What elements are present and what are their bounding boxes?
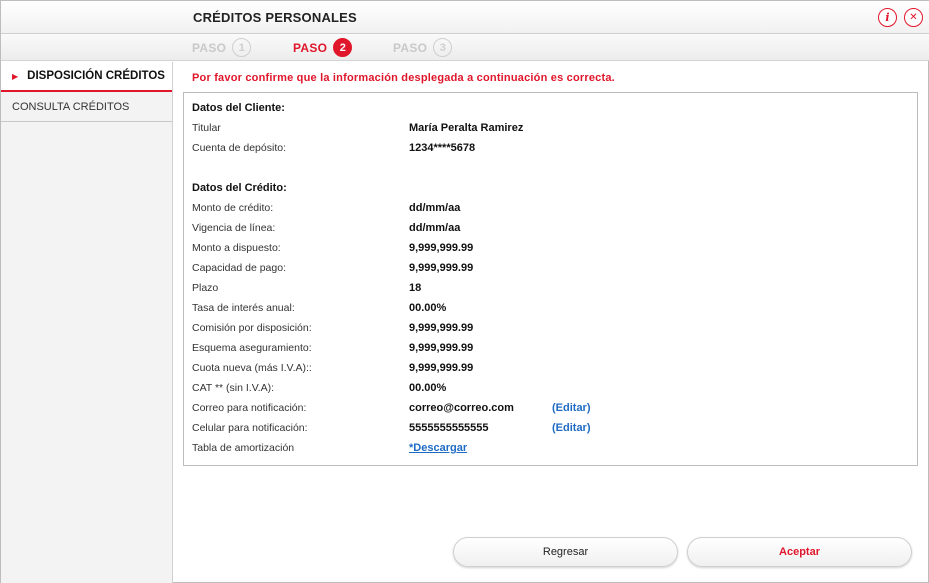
detail-row: CAT ** (sin I.V.A): 00.00% [192,382,902,398]
detail-row: Cuota nueva (más I.V.A):: 9,999,999.99 [192,362,902,378]
sidebar-item-disposicion[interactable]: ▶ DISPOSICIÓN CRÉDITOS [1,62,172,92]
detail-value: 9,999,999.99 [409,342,474,354]
step-1-label: PASO [192,40,227,55]
detail-label: Tabla de amortización [192,442,295,454]
detail-value: María Peralta Ramirez [409,122,524,134]
detail-label: Comisión por disposición: [192,322,312,334]
confirmation-notice: Por favor confirme que la información de… [192,72,615,84]
detail-label: Monto a dispuesto: [192,242,281,254]
sidebar-item-consulta[interactable]: CONSULTA CRÉDITOS [1,92,172,122]
detail-value: 9,999,999.99 [409,242,474,254]
title-bar: CRÉDITOS PERSONALES i ✕ [1,1,929,34]
detail-row: Tasa de interés anual: 00.00% [192,302,902,318]
step-1: PASO 1 [192,38,252,57]
sidebar-item-label: DISPOSICIÓN CRÉDITOS [27,70,165,82]
detail-value: 5555555555555 [409,422,489,434]
detail-value: dd/mm/aa [409,222,461,234]
page-title: CRÉDITOS PERSONALES [193,10,357,25]
detail-label: Cuenta de depósito: [192,142,286,154]
detail-label: CAT ** (sin I.V.A): [192,382,275,394]
detail-row: Vigencia de línea: dd/mm/aa [192,222,902,238]
steps-bar: PASO 1 PASO 2 PASO 3 [1,34,929,61]
detail-label: Capacidad de pago: [192,262,286,274]
detail-value: 00.00% [409,382,447,394]
accept-button[interactable]: Aceptar [687,537,912,567]
step-2-label: PASO [293,40,328,55]
edit-email-link[interactable]: (Editar) [552,402,591,414]
detail-value: 18 [409,282,422,294]
detail-label: Monto de crédito: [192,202,274,214]
detail-value: 9,999,999.99 [409,322,474,334]
detail-label: Plazo [192,282,219,294]
detail-row: Cuenta de depósito: 1234****5678 [192,142,902,158]
detail-label: Vigencia de línea: [192,222,276,234]
detail-row: Monto a dispuesto: 9,999,999.99 [192,242,902,258]
detail-value: 9,999,999.99 [409,262,474,274]
collapse-icon[interactable]: ✕ [904,8,923,27]
step-2-number: 2 [333,38,353,57]
back-button[interactable]: Regresar [453,537,678,567]
step-3-number: 3 [433,38,453,57]
detail-label: Esquema aseguramiento: [192,342,312,354]
edit-phone-link[interactable]: (Editar) [552,422,591,434]
detail-row: Titular María Peralta Ramirez [192,122,902,138]
detail-label: Celular para notificación: [192,422,308,434]
credit-section-title: Datos del Crédito: [192,182,287,194]
download-amortization-link[interactable]: *Descargar [409,442,467,454]
detail-label: Tasa de interés anual: [192,302,295,314]
step-3-label: PASO [393,40,428,55]
detail-value: correo@correo.com [409,402,514,414]
arrow-right-icon: ▶ [12,71,19,81]
info-icon[interactable]: i [878,8,897,27]
detail-value: 9,999,999.99 [409,362,474,374]
detail-row: Monto de crédito: dd/mm/aa [192,202,902,218]
detail-row: Capacidad de pago: 9,999,999.99 [192,262,902,278]
step-2: PASO 2 [293,38,353,57]
sidebar-item-label: CONSULTA CRÉDITOS [12,100,130,113]
detail-row: Celular para notificación: 5555555555555… [192,422,902,438]
detail-row: Tabla de amortización *Descargar [192,442,902,458]
detail-label: Titular [192,122,221,134]
detail-value: 00.00% [409,302,447,314]
detail-value: 1234****5678 [409,142,476,154]
sidebar: ▶ DISPOSICIÓN CRÉDITOS CONSULTA CRÉDITOS [1,62,173,583]
step-1-number: 1 [232,38,252,57]
detail-row: Comisión por disposición: 9,999,999.99 [192,322,902,338]
detail-value: dd/mm/aa [409,202,461,214]
detail-label: Correo para notificación: [192,402,307,414]
step-3: PASO 3 [393,38,453,57]
window-frame: CRÉDITOS PERSONALES i ✕ PASO 1 PASO 2 PA… [0,0,929,583]
detail-row: Plazo 18 [192,282,902,298]
client-section-title: Datos del Cliente: [192,102,285,114]
detail-label: Cuota nueva (más I.V.A):: [192,362,312,374]
detail-row: Correo para notificación: correo@correo.… [192,402,902,418]
details-panel: Datos del Cliente: Titular María Peralta… [183,92,918,466]
detail-row: Esquema aseguramiento: 9,999,999.99 [192,342,902,358]
